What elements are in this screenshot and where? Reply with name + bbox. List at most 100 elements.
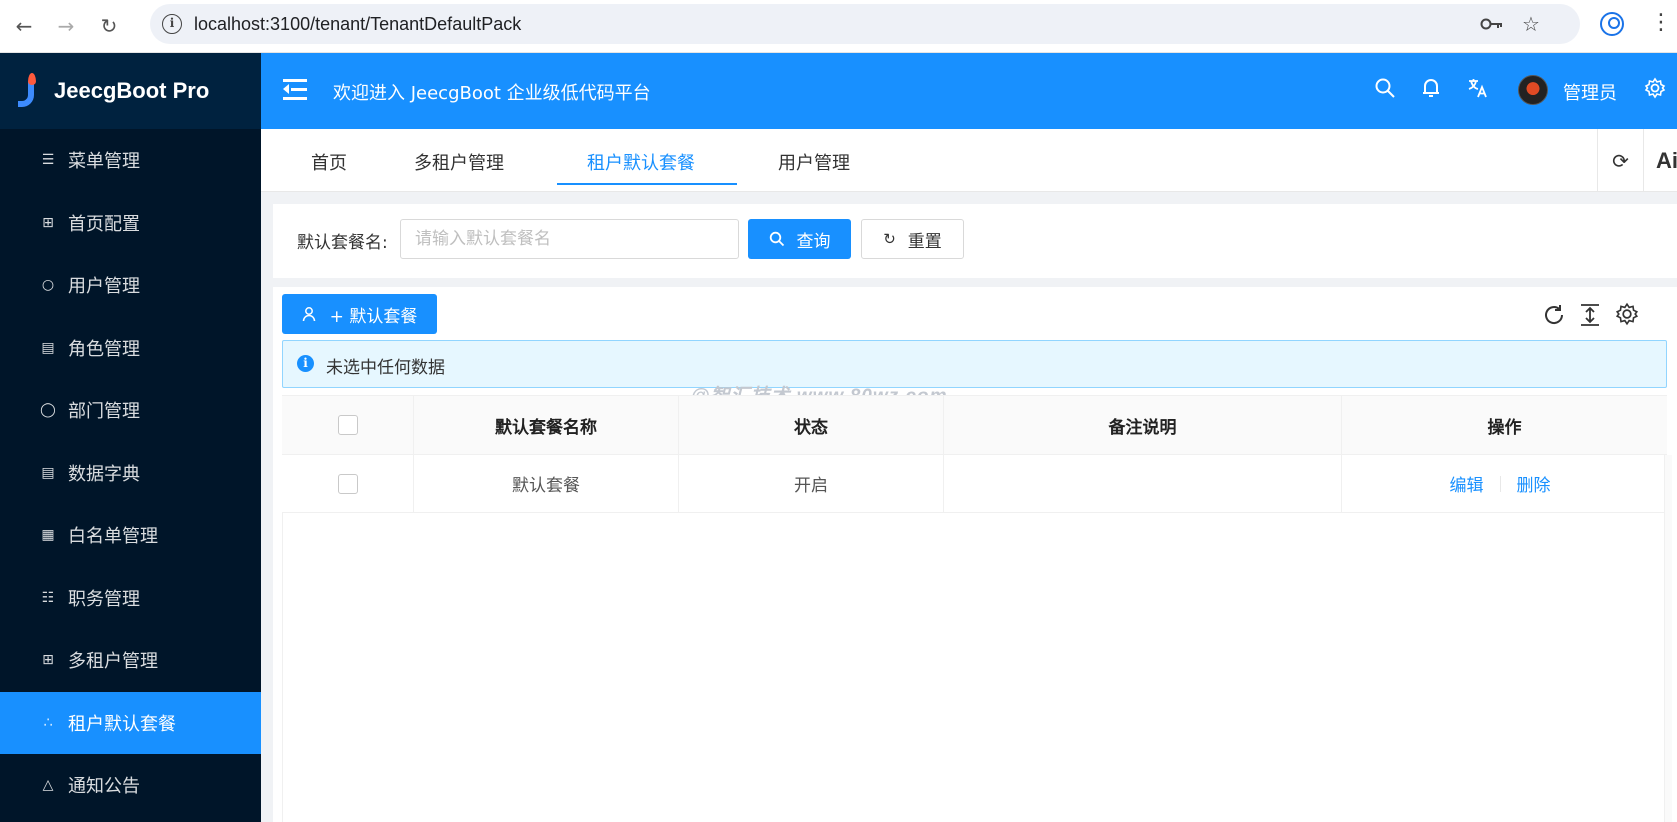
sidebar-item[interactable]: ○ 用户管理 — [0, 254, 261, 317]
selection-alert: i 未选中任何数据 — [282, 340, 1667, 388]
reset-icon: ↻ — [883, 230, 896, 248]
sidebar-item[interactable]: ▦ 白名单管理 — [0, 504, 261, 567]
translate-icon[interactable] — [1467, 77, 1489, 99]
status-cell: 开启 — [679, 455, 944, 512]
sidebar-item-label: 通知公告 — [68, 776, 140, 798]
column-header: 操作 — [1487, 417, 1522, 438]
sidebar-item[interactable]: △ 通知公告 — [0, 754, 261, 817]
setting-icon[interactable] — [1615, 302, 1639, 326]
active-tab-indicator — [557, 183, 737, 185]
grid-icon: ⊞ — [42, 214, 54, 231]
search-icon — [769, 231, 784, 247]
sidebar-item-label: 数据字典 — [68, 463, 140, 485]
header-select-cell — [282, 396, 414, 454]
menu-fold-icon[interactable] — [283, 79, 307, 101]
sidebar-item[interactable]: ▤ 角色管理 — [0, 317, 261, 380]
user-add-icon — [302, 307, 315, 322]
table-body-empty-area — [282, 513, 1667, 822]
column-height-icon[interactable] — [1579, 303, 1601, 327]
sidebar-item-label: 租户默认套餐 — [68, 713, 176, 735]
tab-home[interactable]: 首页 — [311, 149, 347, 175]
sidebar-item[interactable]: ⊞ 首页配置 — [0, 192, 261, 255]
key-icon[interactable] — [1480, 14, 1504, 34]
logo-text: JeecgBoot Pro — [54, 78, 210, 103]
select-all-checkbox[interactable] — [337, 415, 358, 435]
tab-tenant-default-pack[interactable]: 租户默认套餐 — [587, 149, 695, 175]
team-icon: ◯ — [40, 402, 56, 419]
sidebar-item[interactable]: ⊞ 多租户管理 — [0, 629, 261, 692]
avatar[interactable] — [1518, 75, 1548, 105]
sidebar-item-label: 菜单管理 — [68, 151, 140, 173]
logo[interactable]: JeecgBoot Pro — [0, 53, 261, 129]
sidebar-item[interactable]: ▤ 数据字典 — [0, 442, 261, 505]
reload-icon[interactable]: ↻ — [95, 12, 123, 40]
row-checkbox[interactable] — [337, 473, 358, 494]
column-header[interactable]: 默认套餐名称 — [414, 396, 679, 454]
cluster-icon: ∴ — [43, 714, 53, 731]
column-header[interactable]: 备注说明 — [944, 396, 1342, 454]
table-header: 默认套餐名称 状态 备注说明 操作 — [282, 395, 1667, 455]
role-doc-icon: ▤ — [41, 339, 55, 356]
sidebar-item-label: 首页配置 — [68, 213, 140, 235]
grid-icon: ⊞ — [42, 652, 54, 669]
bell-icon[interactable] — [1421, 77, 1441, 99]
refresh-icon[interactable]: ⟳ — [1597, 129, 1643, 192]
back-icon[interactable]: ← — [10, 12, 38, 40]
sidebar-item[interactable]: ∴ 租户默认套餐 — [0, 691, 261, 754]
profile-icon[interactable] — [1600, 12, 1624, 36]
search-label: 默认套餐名: — [297, 233, 388, 253]
sidebar-item-label: 职务管理 — [68, 588, 140, 610]
bell-icon: △ — [42, 777, 54, 794]
action-divider — [1499, 475, 1501, 492]
forward-icon[interactable]: → — [52, 12, 80, 40]
table-card: + 默认套餐 i 未选中任何数据 @智汇技术 www.80wz.com 默认套餐… — [273, 287, 1677, 822]
database-icon: ☷ — [41, 589, 55, 606]
pack-name-cell: 默认套餐 — [414, 455, 679, 512]
column-header[interactable]: 状态 — [679, 396, 944, 454]
row-select-cell — [282, 455, 414, 512]
browser-toolbar: ← → ↻ i localhost:3100/tenant/TenantDefa… — [0, 0, 1677, 53]
kebab-menu-icon[interactable]: ⋮ — [1650, 10, 1672, 35]
star-icon[interactable]: ☆ — [1522, 12, 1540, 36]
sidebar-item[interactable]: ☰ 菜单管理 — [0, 129, 261, 192]
add-pack-label: + 默认套餐 — [329, 306, 418, 327]
sidebar-item-label: 部门管理 — [68, 401, 140, 423]
pack-name-input[interactable] — [400, 219, 739, 259]
sidebar-item-label: 角色管理 — [68, 338, 140, 360]
reset-label: 重置 — [907, 231, 942, 252]
url-text[interactable]: localhost:3100/tenant/TenantDefaultPack — [194, 14, 521, 35]
logo-icon — [14, 73, 40, 109]
menu-list-icon: ☰ — [41, 152, 55, 169]
user-name[interactable]: 管理员 — [1563, 79, 1617, 105]
site-info-icon[interactable]: i — [162, 14, 182, 34]
tab-user-manage[interactable]: 用户管理 — [778, 149, 850, 175]
sidebar-item[interactable]: ◯ 部门管理 — [0, 379, 261, 442]
selection-alert-text: 未选中任何数据 — [326, 358, 445, 378]
sidebar-item-label: 白名单管理 — [68, 526, 158, 548]
reload-circle-icon[interactable] — [1542, 303, 1566, 327]
sidebar-menu: ☰ 菜单管理 ⊞ 首页配置 ○ 用户管理 ▤ 角色管理 ◯ 部门管理 ▤ 数据字典 ▦ 白名单管理 ☷ 职务管… — [0, 129, 261, 817]
table-row[interactable]: 默认套餐 开启 编辑 删除 — [282, 455, 1667, 513]
tab-tenant-manage[interactable]: 多租户管理 — [414, 149, 504, 175]
table-icon: ▦ — [41, 527, 55, 544]
user-icon: ○ — [41, 277, 55, 294]
ai-button[interactable]: Ai — [1643, 129, 1677, 192]
welcome-title: 欢迎进入 JeecgBoot 企业级低代码平台 — [333, 83, 651, 104]
query-label: 查询 — [796, 231, 831, 252]
search-icon[interactable] — [1374, 77, 1396, 99]
edit-link[interactable]: 编辑 — [1450, 471, 1484, 496]
address-bar[interactable]: i localhost:3100/tenant/TenantDefaultPac… — [150, 4, 1580, 44]
query-button[interactable]: 查询 — [748, 219, 851, 259]
remark-cell — [944, 455, 1342, 512]
header: 欢迎进入 JeecgBoot 企业级低代码平台 管理员 — [261, 53, 1677, 129]
reset-button[interactable]: ↻ 重置 — [861, 219, 964, 259]
gear-icon[interactable] — [1644, 77, 1666, 99]
sidebar-item[interactable]: ☷ 职务管理 — [0, 567, 261, 630]
sidebar-item-label: 多租户管理 — [68, 651, 158, 673]
add-pack-button[interactable]: + 默认套餐 — [282, 294, 437, 334]
sidebar-item-label: 用户管理 — [68, 276, 140, 298]
actions-cell: 编辑 删除 — [1342, 455, 1658, 512]
delete-link[interactable]: 删除 — [1517, 471, 1551, 496]
data-table: 默认套餐名称 状态 备注说明 操作 默认套餐 开启 编辑 删除 — [282, 395, 1672, 822]
sidebar: JeecgBoot Pro ☰ 菜单管理 ⊞ 首页配置 ○ 用户管理 ▤ 角色管理 ◯ 部门管理 ▤… — [0, 53, 261, 822]
